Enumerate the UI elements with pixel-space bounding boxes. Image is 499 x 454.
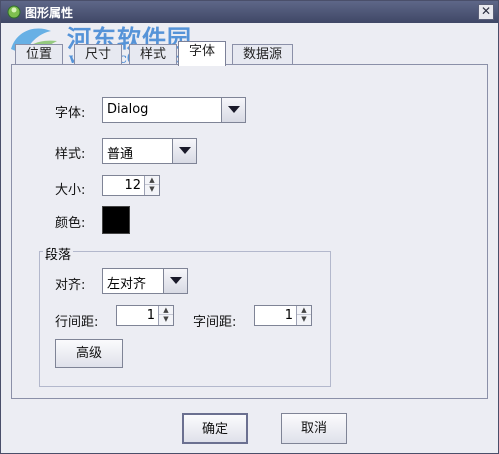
tab-datasource[interactable]: 数据源	[232, 44, 294, 65]
title-bar[interactable]: 图形属性 ✕	[1, 1, 498, 23]
cancel-button[interactable]: 取消	[281, 413, 347, 444]
window-title: 图形属性	[25, 6, 74, 20]
style-label: 样式:	[55, 147, 86, 162]
font-tab-panel: 字体: Dialog 样式: 普通 大小: 12 ▲ ▼ 颜色: 段落 对齐:	[11, 64, 488, 399]
size-value: 12	[124, 178, 141, 193]
color-label: 颜色:	[55, 216, 86, 231]
style-dropdown-button[interactable]	[172, 139, 196, 163]
chevron-down-icon	[228, 106, 240, 113]
tab-position[interactable]: 位置	[15, 44, 64, 65]
advanced-button[interactable]: 高级	[55, 339, 123, 368]
paragraph-legend: 段落	[43, 244, 74, 263]
increment-button[interactable]: ▲	[297, 306, 311, 315]
font-label: 字体:	[55, 106, 86, 121]
size-label: 大小:	[55, 183, 86, 198]
color-swatch[interactable]	[102, 206, 130, 234]
style-value: 普通	[107, 147, 134, 162]
font-dropdown-button[interactable]	[221, 98, 245, 122]
tab-size[interactable]: 尺寸	[74, 44, 123, 65]
font-value: Dialog	[107, 102, 149, 117]
tab-bar: 位置 尺寸 样式 字体 数据源	[11, 41, 491, 66]
align-dropdown-button[interactable]	[163, 269, 187, 293]
align-label: 对齐:	[55, 278, 86, 293]
char-spacing-value: 1	[284, 308, 293, 323]
line-spacing-label: 行间距:	[55, 315, 99, 330]
line-spacing-spinner[interactable]: 1 ▲ ▼	[116, 305, 174, 326]
font-properties-dialog: 图形属性 ✕ 河东软件园 www.pc0359.cn 位置 尺寸 样式 字体 数…	[0, 0, 499, 454]
decrement-button[interactable]: ▼	[145, 185, 159, 194]
close-button[interactable]: ✕	[478, 4, 494, 20]
close-icon: ✕	[480, 4, 492, 18]
font-combobox[interactable]: Dialog	[102, 97, 246, 123]
char-spacing-spinner[interactable]: 1 ▲ ▼	[254, 305, 312, 326]
size-spinner[interactable]: 12 ▲ ▼	[102, 175, 160, 196]
style-combobox[interactable]: 普通	[102, 138, 197, 164]
tab-style[interactable]: 样式	[129, 44, 178, 65]
chevron-down-icon	[170, 277, 182, 284]
decrement-button[interactable]: ▼	[297, 315, 311, 324]
align-combobox[interactable]: 左对齐	[102, 268, 188, 294]
align-value: 左对齐	[107, 277, 147, 292]
ok-button[interactable]: 确定	[182, 413, 248, 444]
chevron-down-icon	[179, 147, 191, 154]
char-spacing-label: 字间距:	[193, 315, 237, 330]
line-spacing-value: 1	[146, 308, 155, 323]
decrement-button[interactable]: ▼	[159, 315, 173, 324]
increment-button[interactable]: ▲	[145, 176, 159, 185]
tab-font[interactable]: 字体	[178, 41, 227, 66]
increment-button[interactable]: ▲	[159, 306, 173, 315]
app-icon	[7, 5, 21, 19]
